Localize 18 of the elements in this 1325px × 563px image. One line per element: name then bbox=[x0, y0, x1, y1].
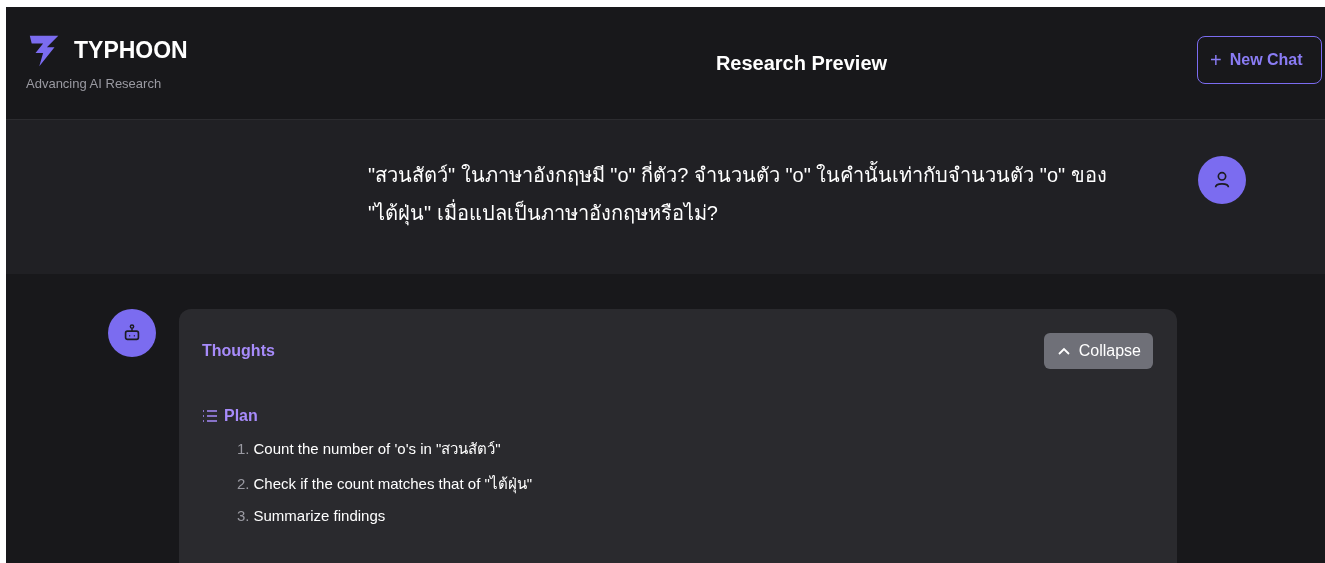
chevron-up-icon bbox=[1057, 347, 1070, 355]
step-number: 2. bbox=[237, 475, 250, 492]
thoughts-title: Thoughts bbox=[202, 342, 275, 360]
brand-name: TYPHOON bbox=[74, 37, 188, 64]
brand-tagline: Advancing AI Research bbox=[26, 75, 163, 91]
plan-step: Summarize findings bbox=[253, 507, 386, 524]
step-number: 3. bbox=[237, 507, 250, 524]
step-number: 1. bbox=[237, 440, 250, 457]
robot-avatar-icon bbox=[108, 309, 156, 357]
plan-step: Check if the count matches that of "ไต้ฝุ่น" bbox=[253, 472, 533, 496]
plan-step: Count the number of 'o's in "สวนสัตว์" bbox=[253, 437, 501, 461]
plan-title: Plan bbox=[224, 407, 258, 425]
collapse-button[interactable]: Collapse bbox=[1043, 333, 1153, 369]
new-chat-button[interactable]: + New Chat bbox=[1197, 36, 1322, 84]
page-title: Research Preview bbox=[715, 51, 888, 75]
user-message: "สวนสัตว์" ในภาษาอังกฤษมี "o" กี่ตัว? จำนวนตัว "o" ในคำนั้นเท่ากับจำนวนตัว "o" ของ "ไต้ฝุ่น" เมื่อแปลเป็นภาษาอังกฤษหรือไม่? bbox=[368, 156, 1148, 232]
list-icon bbox=[202, 410, 218, 422]
user-avatar-icon bbox=[1198, 156, 1246, 204]
